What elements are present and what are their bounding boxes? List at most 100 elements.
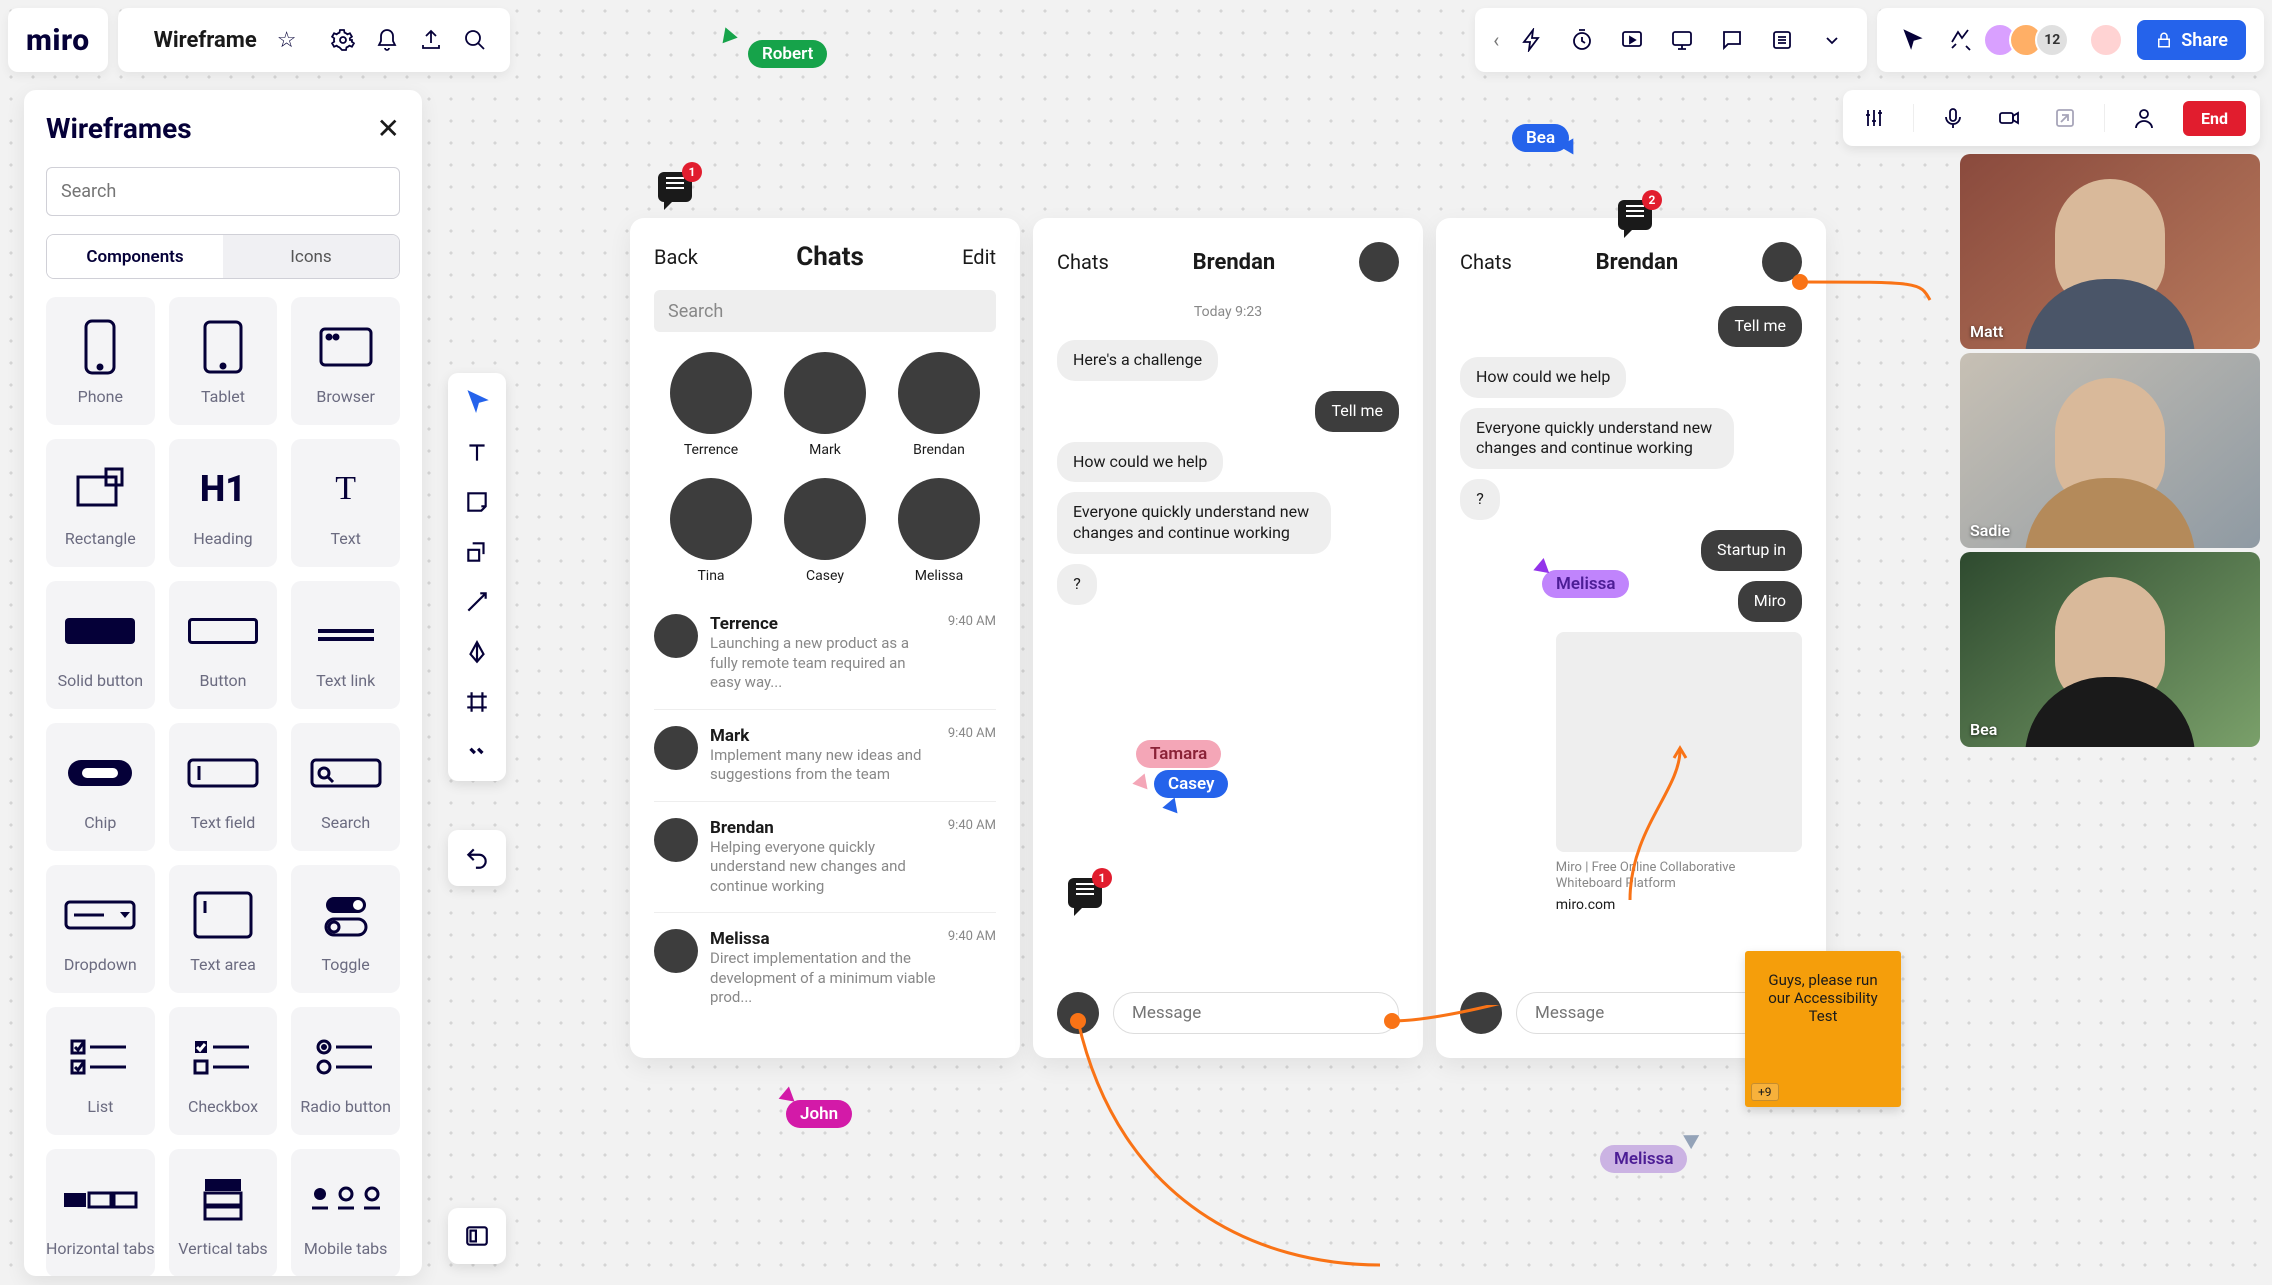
avatar — [1057, 992, 1099, 1034]
chat-row[interactable]: MarkImplement many new ideas and suggest… — [654, 710, 996, 802]
presence-avatars[interactable]: 12 — [1991, 23, 2069, 57]
search-icon[interactable] — [458, 23, 492, 57]
comp-rectangle[interactable]: Rectangle — [46, 439, 155, 567]
chat-row[interactable]: BrendanHelping everyone quickly understa… — [654, 802, 996, 914]
star-icon[interactable]: ☆ — [277, 28, 297, 53]
screen-title: Chats — [796, 242, 864, 272]
back-button[interactable]: Back — [654, 245, 698, 269]
comp-toggle[interactable]: Toggle — [291, 865, 400, 993]
msg: Miro — [1738, 581, 1802, 622]
board-name[interactable]: Wireframe — [136, 28, 267, 53]
timer-icon[interactable] — [1565, 23, 1599, 57]
convo-title: Brendan — [1596, 250, 1679, 275]
back-button[interactable]: Chats — [1057, 250, 1109, 274]
undo-button[interactable] — [448, 830, 506, 886]
msg: Everyone quickly understand new changes … — [1460, 408, 1734, 470]
comment-3[interactable]: 2 — [1618, 200, 1652, 230]
more-icon[interactable] — [1815, 23, 1849, 57]
contact[interactable]: Mark — [784, 352, 866, 458]
edit-button[interactable]: Edit — [962, 245, 996, 269]
link-url[interactable]: miro.com — [1556, 897, 1802, 913]
comp-text-link[interactable]: Text link — [291, 581, 400, 709]
comp-list[interactable]: List — [46, 1007, 155, 1135]
comp-htabs[interactable]: Horizontal tabs — [46, 1149, 155, 1276]
sticky-note[interactable]: Guys, please run our Accessibility Test … — [1745, 951, 1901, 1107]
screen-icon[interactable] — [1665, 23, 1699, 57]
msg: How could we help — [1057, 442, 1223, 483]
list-icon[interactable] — [1765, 23, 1799, 57]
comp-checkbox[interactable]: Checkbox — [169, 1007, 278, 1135]
comment-2[interactable]: 1 — [1068, 878, 1102, 908]
person-icon[interactable] — [2127, 101, 2161, 135]
end-call-button[interactable]: End — [2183, 101, 2246, 136]
sliders-icon[interactable] — [1857, 101, 1891, 135]
wireframe-convo-1[interactable]: Chats Brendan Today 9:23 Here's a challe… — [1033, 218, 1423, 1058]
camera-icon[interactable] — [1992, 101, 2026, 135]
tool-more[interactable] — [460, 735, 494, 769]
share-button[interactable]: Share — [2137, 20, 2246, 60]
comp-browser[interactable]: Browser — [291, 297, 400, 425]
settings-icon[interactable] — [326, 23, 360, 57]
comp-solid-button[interactable]: Solid button — [46, 581, 155, 709]
tool-frame[interactable] — [460, 685, 494, 719]
chevron-left-icon[interactable]: ‹ — [1493, 28, 1499, 52]
tool-pen[interactable] — [460, 635, 494, 669]
contact[interactable]: Tina — [670, 478, 752, 584]
tool-text[interactable] — [460, 435, 494, 469]
tool-sticky[interactable] — [460, 485, 494, 519]
tool-select[interactable] — [460, 385, 494, 419]
bolt-icon[interactable] — [1515, 23, 1549, 57]
comp-vtabs[interactable]: Vertical tabs — [169, 1149, 278, 1276]
tool-strip — [448, 373, 506, 781]
present-icon[interactable] — [1615, 23, 1649, 57]
comp-dropdown[interactable]: Dropdown — [46, 865, 155, 993]
tab-components[interactable]: Components — [47, 235, 223, 278]
reactions-icon[interactable] — [1943, 23, 1977, 57]
contact[interactable]: Casey — [784, 478, 866, 584]
comp-text[interactable]: TText — [291, 439, 400, 567]
comp-radio[interactable]: Radio button — [291, 1007, 400, 1135]
comp-heading[interactable]: H1Heading — [169, 439, 278, 567]
chats-search[interactable]: Search — [654, 290, 996, 332]
share-screen-icon[interactable] — [2048, 101, 2082, 135]
tool-shape[interactable] — [460, 535, 494, 569]
bell-icon[interactable] — [370, 23, 404, 57]
cursor-icon[interactable] — [1895, 23, 1929, 57]
contact[interactable]: Melissa — [898, 478, 980, 584]
wireframe-convo-2[interactable]: Chats Brendan Tell me How could we help … — [1436, 218, 1826, 1058]
comp-phone[interactable]: Phone — [46, 297, 155, 425]
avatar[interactable] — [1359, 242, 1399, 282]
comp-search[interactable]: Search — [291, 723, 400, 851]
close-icon[interactable]: ✕ — [377, 112, 400, 145]
chat-row[interactable]: MelissaDirect implementation and the dev… — [654, 913, 996, 1024]
comp-mtabs[interactable]: Mobile tabs — [291, 1149, 400, 1276]
right-toolbar: ‹ — [1475, 8, 1867, 72]
panel-search-input[interactable] — [46, 167, 400, 216]
link-preview[interactable] — [1556, 632, 1802, 852]
tab-icons[interactable]: Icons — [223, 235, 399, 278]
upload-icon[interactable] — [414, 23, 448, 57]
wireframe-chats[interactable]: Back Chats Edit Search Terrence Mark Bre… — [630, 218, 1020, 1058]
host-avatar[interactable] — [2089, 23, 2123, 57]
comp-text-area[interactable]: Text area — [169, 865, 278, 993]
message-input[interactable] — [1113, 992, 1399, 1034]
comp-chip[interactable]: Chip — [46, 723, 155, 851]
mic-icon[interactable] — [1936, 101, 1970, 135]
comment-1[interactable]: 1 — [658, 172, 692, 202]
back-button[interactable]: Chats — [1460, 250, 1512, 274]
chat-icon[interactable] — [1715, 23, 1749, 57]
comp-tablet[interactable]: Tablet — [169, 297, 278, 425]
sticky-reactions[interactable]: +9 — [1751, 1083, 1779, 1101]
minimap-button[interactable] — [448, 1208, 506, 1264]
video-tile[interactable]: Sadie — [1960, 353, 2260, 548]
contact[interactable]: Terrence — [670, 352, 752, 458]
chat-row[interactable]: TerrenceLaunching a new product as a ful… — [654, 598, 996, 710]
video-tile[interactable]: Matt — [1960, 154, 2260, 349]
comp-text-field[interactable]: Text field — [169, 723, 278, 851]
cursor-melissa2: Melissa — [1600, 1145, 1705, 1173]
tool-line[interactable] — [460, 585, 494, 619]
comp-button[interactable]: Button — [169, 581, 278, 709]
video-tile[interactable]: Bea — [1960, 552, 2260, 747]
contact[interactable]: Brendan — [898, 352, 980, 458]
avatar[interactable] — [1762, 242, 1802, 282]
